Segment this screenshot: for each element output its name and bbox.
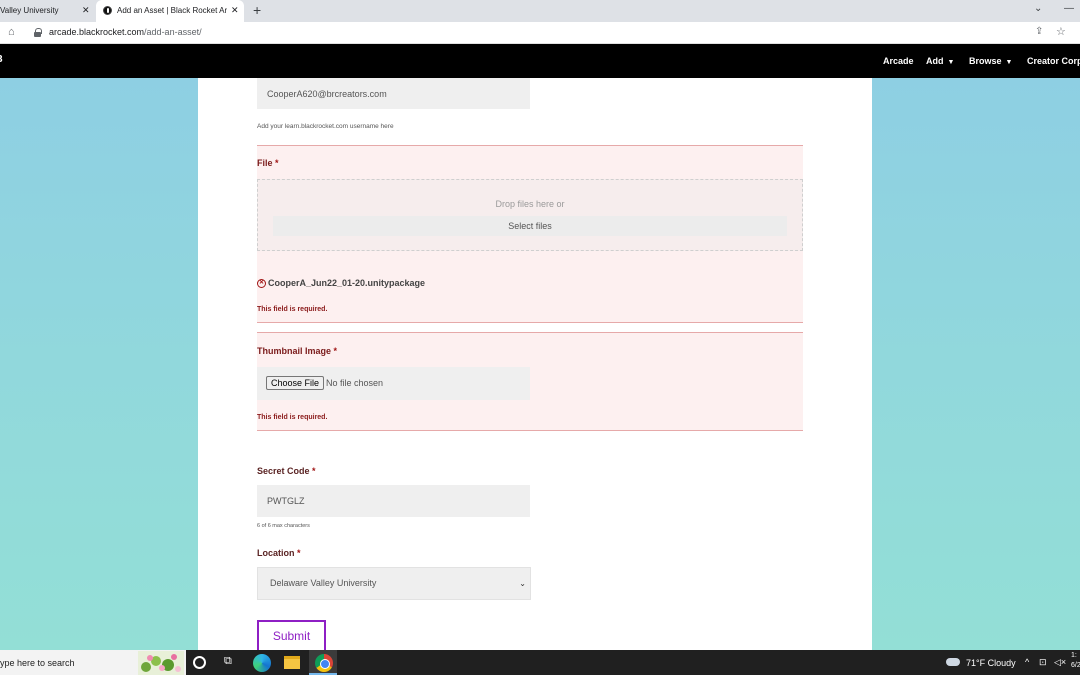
chevron-down-icon[interactable]: ⌄: [1034, 3, 1042, 14]
task-view-icon[interactable]: ⧉: [224, 655, 242, 673]
tab-title: Add an Asset | Black Rocket Arcade: [117, 6, 227, 15]
url-path: /add-an-asset/: [144, 27, 202, 37]
file-explorer-icon[interactable]: [284, 656, 300, 669]
required-mark: *: [297, 548, 301, 558]
site-logo[interactable]: 3: [0, 54, 3, 65]
drop-files-text: Drop files here or: [495, 199, 565, 209]
chevron-down-icon: ▼: [947, 59, 955, 66]
close-icon[interactable]: ✕: [82, 5, 90, 16]
edge-browser-icon[interactable]: [253, 654, 271, 672]
url-field[interactable]: arcade.blackrocket.com/add-an-asset/: [49, 27, 202, 37]
network-icon[interactable]: ⊡: [1039, 657, 1047, 668]
close-icon[interactable]: ✕: [231, 5, 239, 16]
file-dropzone[interactable]: Drop files here or Select files: [257, 179, 803, 251]
username-value: CooperA620@brcreators.com: [267, 88, 387, 99]
thumbnail-file-input: Choose File No file chosen: [257, 367, 530, 400]
label-text: Secret Code: [257, 466, 310, 476]
username-help-text: Add your learn.blackrocket.com username …: [257, 123, 394, 130]
clock-date: 6/2: [1071, 662, 1080, 669]
bookmark-star-icon[interactable]: ☆: [1056, 25, 1066, 38]
file-error-message: This field is required.: [257, 306, 328, 313]
nav-label: Browse: [969, 56, 1002, 66]
cortana-icon[interactable]: [193, 656, 206, 669]
label-text: File: [257, 158, 273, 168]
nav-creator-corp[interactable]: Creator Corp: [1027, 56, 1080, 66]
tab-valley-university[interactable]: Valley University ✕: [0, 0, 96, 22]
windows-taskbar: ype here to search ⧉ 71°F Cloudy ^ ⊡ ◁× …: [0, 650, 1080, 675]
secret-code-input[interactable]: PWTGLZ: [257, 485, 530, 517]
nav-add[interactable]: Add ▼: [926, 56, 954, 66]
nav-arcade[interactable]: Arcade: [883, 56, 914, 66]
nav-label: Creator Corp: [1027, 56, 1080, 66]
chevron-down-icon: ⌄: [519, 579, 526, 588]
secret-code-label: Secret Code *: [257, 466, 316, 476]
thumbnail-error-message: This field is required.: [257, 414, 328, 421]
search-placeholder: ype here to search: [0, 658, 75, 668]
location-label: Location *: [257, 548, 301, 558]
browser-tab-strip: Valley University ✕ Add an Asset | Black…: [0, 0, 1080, 22]
file-status-text: No file chosen: [326, 378, 384, 388]
url-host: arcade.blackrocket.com: [49, 27, 145, 37]
file-label: File *: [257, 158, 279, 168]
weather-text[interactable]: 71°F Cloudy: [966, 658, 1016, 668]
speaker-muted-icon[interactable]: ◁×: [1054, 657, 1066, 668]
chrome-browser-icon[interactable]: [315, 654, 333, 672]
tab-title: Valley University: [0, 6, 59, 15]
minimize-icon[interactable]: —: [1064, 3, 1074, 14]
thumbnail-label: Thumbnail Image *: [257, 346, 337, 356]
location-selected-value: Delaware Valley University: [270, 578, 377, 588]
system-clock[interactable]: 1: 6/2: [1071, 651, 1080, 671]
address-bar: ⌂ arcade.blackrocket.com/add-an-asset/ ⇪…: [0, 22, 1080, 44]
submit-button[interactable]: Submit: [257, 620, 326, 650]
chevron-down-icon: ▼: [1005, 59, 1013, 66]
select-files-button[interactable]: Select files: [273, 216, 787, 236]
nav-label: Add: [926, 56, 944, 66]
uploaded-file-name: CooperA_Jun22_01-20.unitypackage: [268, 278, 426, 288]
share-icon[interactable]: ⇪: [1035, 26, 1043, 37]
label-text: Location: [257, 548, 295, 558]
secret-code-value: PWTGLZ: [267, 496, 305, 506]
cloud-icon[interactable]: [946, 658, 960, 666]
uploaded-file: ✕ CooperA_Jun22_01-20.unitypackage: [257, 278, 425, 288]
new-tab-button[interactable]: +: [253, 3, 261, 17]
home-icon[interactable]: ⌂: [8, 26, 15, 38]
nav-browse[interactable]: Browse ▼: [969, 56, 1012, 66]
required-mark: *: [333, 346, 338, 356]
required-mark: *: [312, 466, 316, 476]
taskbar-search-box[interactable]: ype here to search: [0, 650, 186, 675]
choose-file-button[interactable]: Choose File: [266, 376, 325, 390]
black-rocket-favicon-icon: [103, 6, 112, 15]
location-select[interactable]: Delaware Valley University ⌄: [257, 567, 531, 600]
required-mark: *: [275, 158, 279, 168]
clock-time: 1:: [1071, 652, 1077, 659]
nav-label: Arcade: [883, 56, 914, 66]
chevron-up-icon[interactable]: ^: [1025, 657, 1029, 667]
lock-icon[interactable]: [34, 28, 42, 37]
remove-file-icon[interactable]: ✕: [257, 278, 266, 288]
label-text: Thumbnail Image: [257, 346, 332, 356]
tab-add-an-asset[interactable]: Add an Asset | Black Rocket Arcade ✕: [96, 0, 244, 22]
flowers-search-highlight-icon: [138, 651, 184, 675]
username-field[interactable]: CooperA620@brcreators.com: [257, 78, 530, 109]
character-counter: 6 of 6 max characters: [257, 523, 310, 529]
site-header: 3 Arcade Add▼ Browse▼ Creator Corp: [0, 44, 1080, 78]
